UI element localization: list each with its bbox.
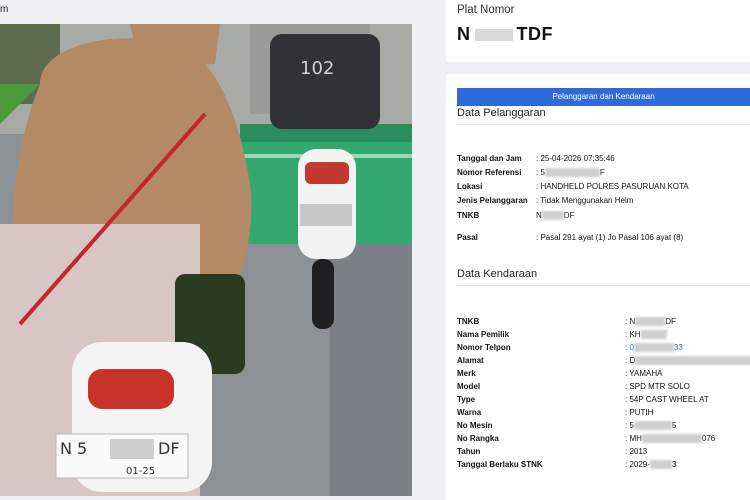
- row-label: Warna: [457, 408, 482, 417]
- near-plate-mask: [110, 439, 154, 459]
- redaction-mask: [640, 330, 667, 340]
- table-row: TNKB N DF: [457, 211, 574, 221]
- plate-card: Plat Nomor N TDF: [446, 0, 750, 62]
- plate-suffix: TDF: [516, 24, 553, 44]
- divider: [457, 124, 750, 125]
- table-row: Tahun : 2013: [457, 447, 647, 456]
- row-label: Type: [457, 395, 476, 404]
- row-value: : MH 076: [625, 434, 716, 444]
- plate-mask: [474, 29, 513, 42]
- row-value: : Tidak Menggunakan Helm: [536, 196, 634, 205]
- violation-photo-drawing: 102 N 5 DF 01-25: [0, 24, 412, 496]
- redaction-mask: [641, 434, 702, 444]
- far-taillight: [305, 162, 349, 184]
- redaction-mask: [635, 317, 666, 327]
- row-label: Nomor Referensi: [457, 168, 522, 177]
- table-row: Model : SPD MTR SOLO: [457, 382, 690, 391]
- near-plate-sub: 01-25: [126, 466, 155, 477]
- row-label: Pasal: [457, 233, 478, 242]
- redaction-mask: [635, 356, 750, 366]
- row-label: Model: [457, 382, 481, 391]
- table-row: No Mesin : 55: [457, 421, 676, 431]
- corner-text: m: [0, 4, 9, 15]
- redaction-mask: [541, 211, 564, 221]
- row-value: : PUTIH: [625, 408, 654, 417]
- row-label: Tahun: [457, 447, 481, 456]
- redaction-mask: [633, 421, 672, 431]
- row-value: : 2029- 3: [625, 460, 677, 470]
- table-row: Warna : PUTIH: [457, 408, 653, 417]
- plate-label: Plat Nomor: [457, 4, 515, 16]
- data-card: Pelanggaran dan Kendaraan Data Pelanggar…: [446, 74, 750, 500]
- redaction-mask: [633, 343, 674, 353]
- kendaraan-title: Data Kendaraan: [457, 268, 538, 280]
- table-row: Pasal : Pasal 291 ayat (1) Jo Pasal 106 a…: [457, 233, 683, 242]
- row-value: : DYAN: [625, 356, 750, 366]
- plate-prefix: N: [457, 24, 471, 44]
- row-value: : 5F: [536, 168, 605, 178]
- row-label: No Mesin: [457, 421, 493, 430]
- redaction-mask: [649, 460, 672, 470]
- table-row: Lokasi : HANDHELD POLRES PASURUAN KOTA: [457, 182, 689, 191]
- row-label: TNKB: [457, 211, 480, 220]
- row-label: Merk: [457, 369, 476, 378]
- far-rider-shirt-text: 102: [300, 58, 334, 79]
- table-row: Type : 54P CAST WHEEL AT: [457, 395, 709, 404]
- far-wheel: [312, 259, 334, 329]
- row-label: Nomor Telpon: [457, 343, 511, 352]
- row-value: : 0 33: [625, 343, 683, 353]
- row-value: : 54P CAST WHEEL AT: [625, 395, 709, 404]
- table-row: No Rangka : MH 076: [457, 434, 715, 444]
- row-value: : KH: [625, 330, 667, 340]
- pelanggaran-title: Data Pelanggaran: [457, 107, 546, 119]
- row-label: TNKB: [457, 317, 480, 326]
- table-row: Merk : YAMAHA: [457, 369, 663, 378]
- table-row: Alamat : DYAN: [457, 356, 750, 366]
- row-label: Alamat: [457, 356, 484, 365]
- table-row: Tanggal dan Jam : 25-04-2026 07:35:46: [457, 154, 615, 163]
- table-row: Nomor Telpon : 0 33: [457, 343, 683, 353]
- row-label: Jenis Pelanggaran: [457, 196, 528, 205]
- row-value: : 55: [625, 421, 677, 431]
- table-row: Nomor Referensi : 5F: [457, 168, 605, 178]
- table-row: Nama Pemilik : KH: [457, 330, 667, 340]
- table-row: Tanggal Berlaku STNK : 2029- 3: [457, 460, 676, 470]
- screenshot-root: m 102 N 5 DF 01-25 Plat Nomor N TDF Pela…: [0, 0, 750, 500]
- table-row: Jenis Pelanggaran : Tidak Menggunakan Hel…: [457, 196, 633, 205]
- tab-pelanggaran-kendaraan[interactable]: Pelanggaran dan Kendaraan: [457, 88, 750, 106]
- near-plate-text: N 5: [60, 439, 87, 458]
- row-label: Tanggal Berlaku STNK: [457, 460, 543, 469]
- row-value: : SPD MTR SOLO: [625, 382, 690, 391]
- far-rider: [270, 34, 380, 129]
- row-value: : 2013: [625, 447, 648, 456]
- redaction-mask: [544, 168, 600, 178]
- row-value: : Pasal 291 ayat (1) Jo Pasal 106 ayat (…: [536, 233, 684, 242]
- near-taillight: [88, 369, 174, 409]
- row-value: : HANDHELD POLRES PASURUAN KOTA: [536, 182, 689, 191]
- row-label: Tanggal dan Jam: [457, 154, 522, 163]
- row-value: N DF: [536, 211, 575, 221]
- row-label: Nama Pemilik: [457, 330, 510, 339]
- near-plate-suffix: DF: [158, 439, 180, 458]
- divider: [457, 285, 750, 286]
- row-label: Lokasi: [457, 182, 483, 191]
- row-value: : N DF: [625, 317, 676, 327]
- row-value: : 25-04-2026 07:35:46: [536, 154, 615, 163]
- table-row: TNKB : N DF: [457, 317, 676, 327]
- row-label: No Rangka: [457, 434, 499, 443]
- row-value: : YAMAHA: [625, 369, 663, 378]
- violation-photo: 102 N 5 DF 01-25: [0, 24, 412, 496]
- far-plate-mask: [300, 204, 352, 226]
- plate-number: N TDF: [457, 24, 553, 45]
